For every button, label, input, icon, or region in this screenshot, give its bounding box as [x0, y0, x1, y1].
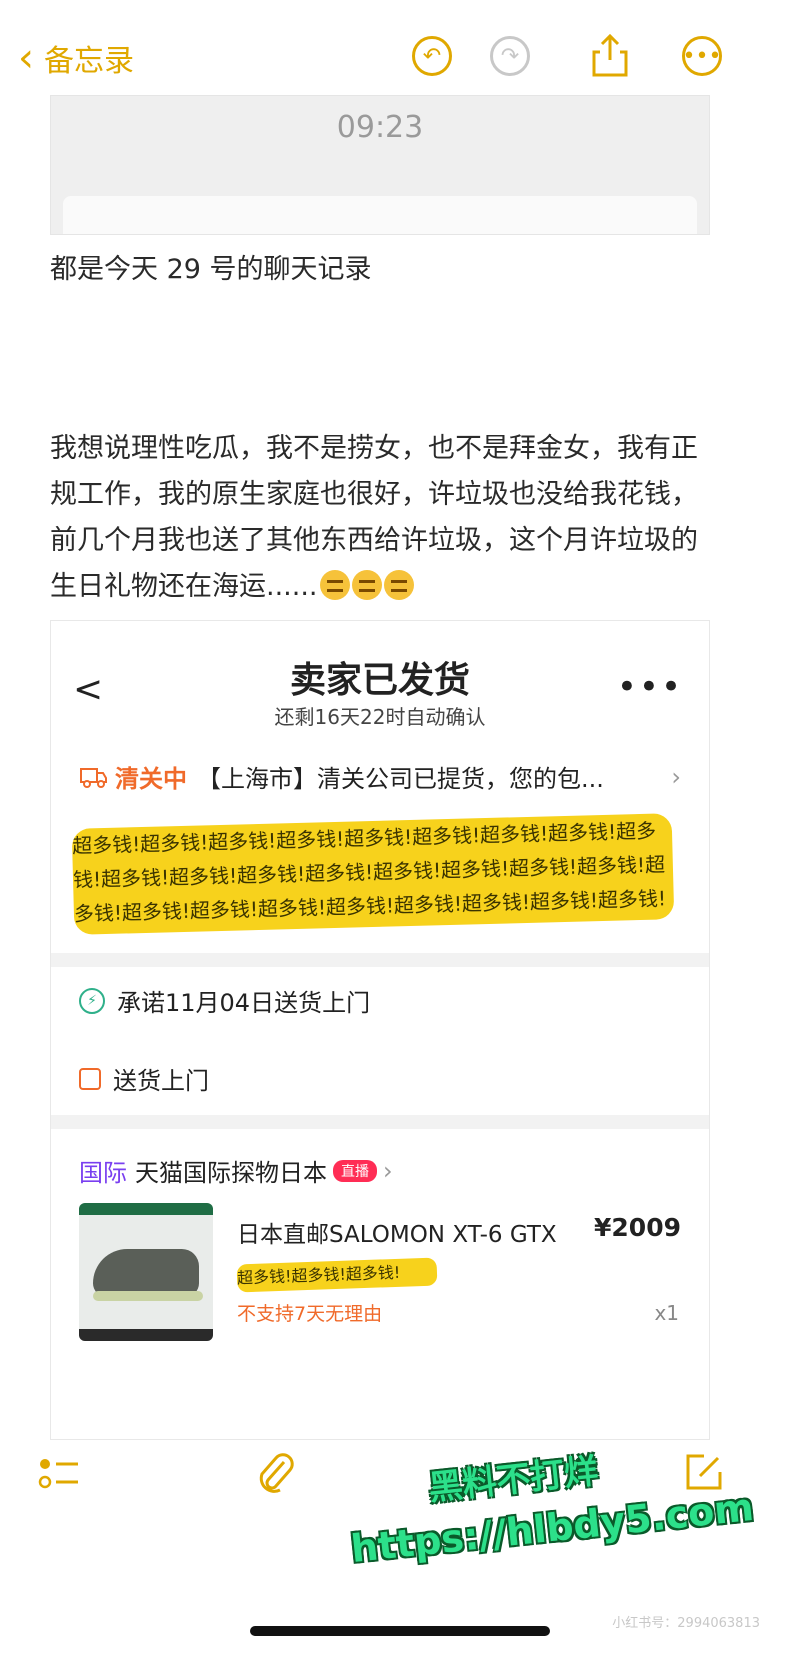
product-image — [79, 1203, 213, 1341]
divider — [51, 1115, 709, 1129]
divider — [51, 953, 709, 967]
chevron-right-icon: › — [383, 1156, 393, 1185]
store-name: 天猫国际探物日本 — [135, 1159, 327, 1187]
corner-watermark: 小红书号：2994063813 — [612, 1616, 760, 1631]
order-more-icon: ••• — [616, 667, 683, 707]
store-row: 国际 天猫国际探物日本 直播 › — [79, 1153, 393, 1188]
censor-overlay: 超多钱!超多钱!超多钱!超多钱!超多钱!超多钱!超多钱!超多钱!超多钱!超多钱!… — [71, 813, 675, 935]
chevron-left-icon: ‹ — [18, 35, 34, 81]
checklist-icon[interactable] — [38, 1454, 82, 1494]
product-price: ¥2009 — [594, 1213, 681, 1242]
shoe-sole — [93, 1291, 203, 1301]
product-name: 日本直邮SALOMON XT-6 GTX — [237, 1222, 557, 1248]
lightning-icon: ⚡ — [79, 987, 105, 1014]
order-screenshot: < 卖家已发货 还剩16天22时自动确认 ••• 清关中 【上海市】清关公司已提… — [50, 620, 710, 1440]
shoe-image — [93, 1249, 199, 1297]
expressionless-emoji-icon — [319, 570, 350, 600]
delivery-method-row: 送货上门 — [79, 1061, 209, 1096]
order-title: 卖家已发货 — [289, 660, 470, 701]
undo-icon[interactable]: ↶ — [412, 36, 452, 76]
package-icon — [79, 1067, 101, 1090]
more-icon[interactable]: ••• — [682, 36, 722, 76]
truck-icon — [80, 767, 107, 788]
chevron-right-icon: › — [671, 762, 681, 791]
logistics-text: 【上海市】清关公司已提货，您的包... — [197, 765, 604, 793]
expressionless-emoji-icon — [351, 570, 382, 600]
back-label: 备忘录 — [44, 44, 134, 79]
delivery-promise: 承诺11月04日送货上门 — [117, 989, 371, 1017]
home-indicator[interactable] — [250, 1626, 550, 1636]
chat-bubble-area — [63, 196, 697, 234]
live-badge: 直播 — [333, 1159, 377, 1182]
order-subtitle: 还剩16天22时自动确认 — [274, 705, 486, 729]
note-paragraph: 我想说理性吃瓜，我不是捞女，也不是拜金女，我有正规工作，我的原生家庭也很好，许垃… — [50, 426, 710, 610]
store-tag: 国际 — [79, 1159, 127, 1187]
nav-bar: ‹ 备忘录 ↶ ↷ ••• — [0, 0, 800, 110]
image-banner-bottom — [79, 1329, 213, 1341]
logistics-row: 清关中 【上海市】清关公司已提货，您的包... › — [79, 759, 681, 794]
redo-icon: ↷ — [490, 36, 530, 76]
chat-timestamp: 09:23 — [336, 110, 424, 145]
expressionless-emoji-icon — [383, 570, 414, 600]
product-quantity: x1 — [654, 1301, 679, 1325]
image-banner-top — [79, 1203, 213, 1215]
embedded-chat-screenshot: 09:23 — [50, 95, 710, 235]
delivery-promise-row: ⚡ 承诺11月04日送货上门 — [79, 983, 370, 1018]
share-icon[interactable] — [590, 32, 630, 78]
back-button[interactable]: ‹ 备忘录 — [18, 36, 134, 80]
return-policy: 不支持7天无理由 — [237, 1303, 383, 1325]
logistics-status: 清关中 — [115, 765, 187, 793]
attachment-icon[interactable] — [254, 1450, 298, 1496]
spec-censor-overlay: 超多钱!超多钱!超多钱! — [236, 1257, 438, 1293]
delivery-method: 送货上门 — [113, 1067, 209, 1095]
note-line: 都是今天 29 号的聊天记录 — [50, 254, 372, 285]
